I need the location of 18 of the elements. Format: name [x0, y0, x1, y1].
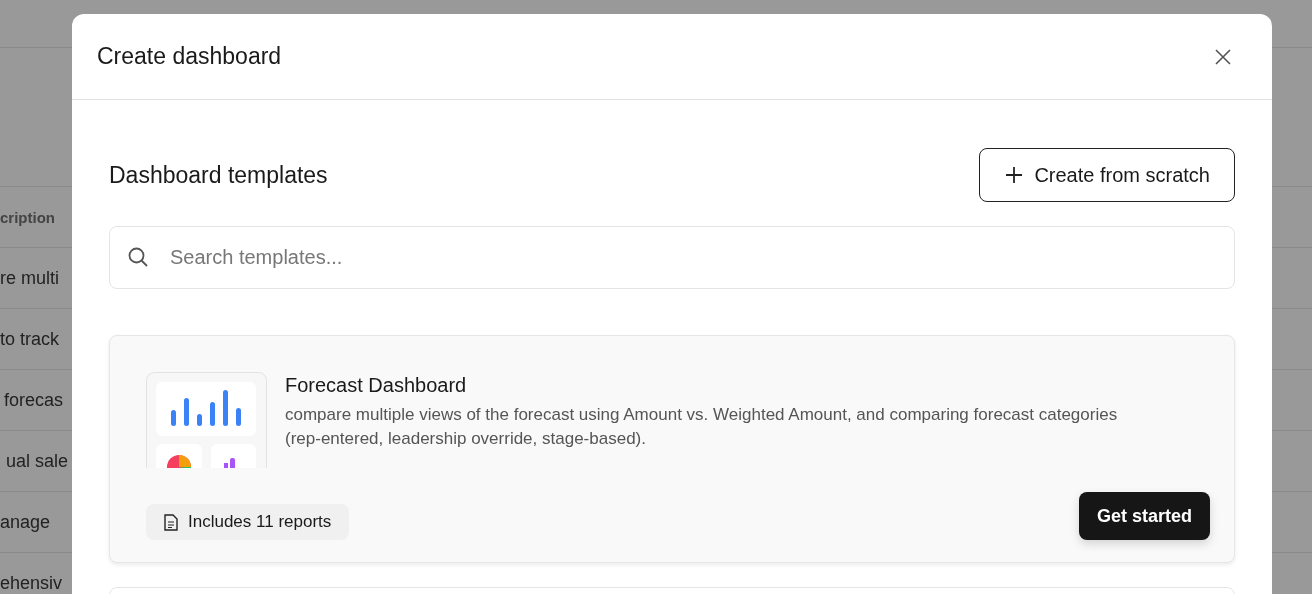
table-cell-text: forecas — [3, 389, 64, 411]
table-cell: ehensiv — [0, 572, 63, 594]
table-cell-text: ual sale — [5, 450, 69, 472]
table-cell: to track — [0, 328, 60, 350]
template-title: Forecast Dashboard — [285, 374, 468, 397]
document-icon — [164, 513, 178, 531]
table-cell: anage — [0, 511, 51, 533]
table-cell: re multi — [0, 267, 59, 289]
reports-count: Includes 11 reports — [188, 512, 332, 532]
search-icon — [127, 246, 149, 268]
plus-icon — [1004, 165, 1025, 185]
dialog-title: Create dashboard — [97, 43, 282, 70]
template-description: compare multiple views of the forecast using Amount vs. Weighted Amount, and comparing forecast categories (rep-entered, leadership override, stage-based). — [285, 404, 1119, 450]
column-header: cription — [0, 208, 55, 226]
section-title: Dashboard templates — [109, 161, 328, 189]
create-from-scratch-button[interactable]: Create from scratch — [979, 148, 1235, 202]
search-field[interactable]: Search templates... — [109, 226, 1235, 289]
get-started-button[interactable]: Get started — [1078, 492, 1210, 540]
